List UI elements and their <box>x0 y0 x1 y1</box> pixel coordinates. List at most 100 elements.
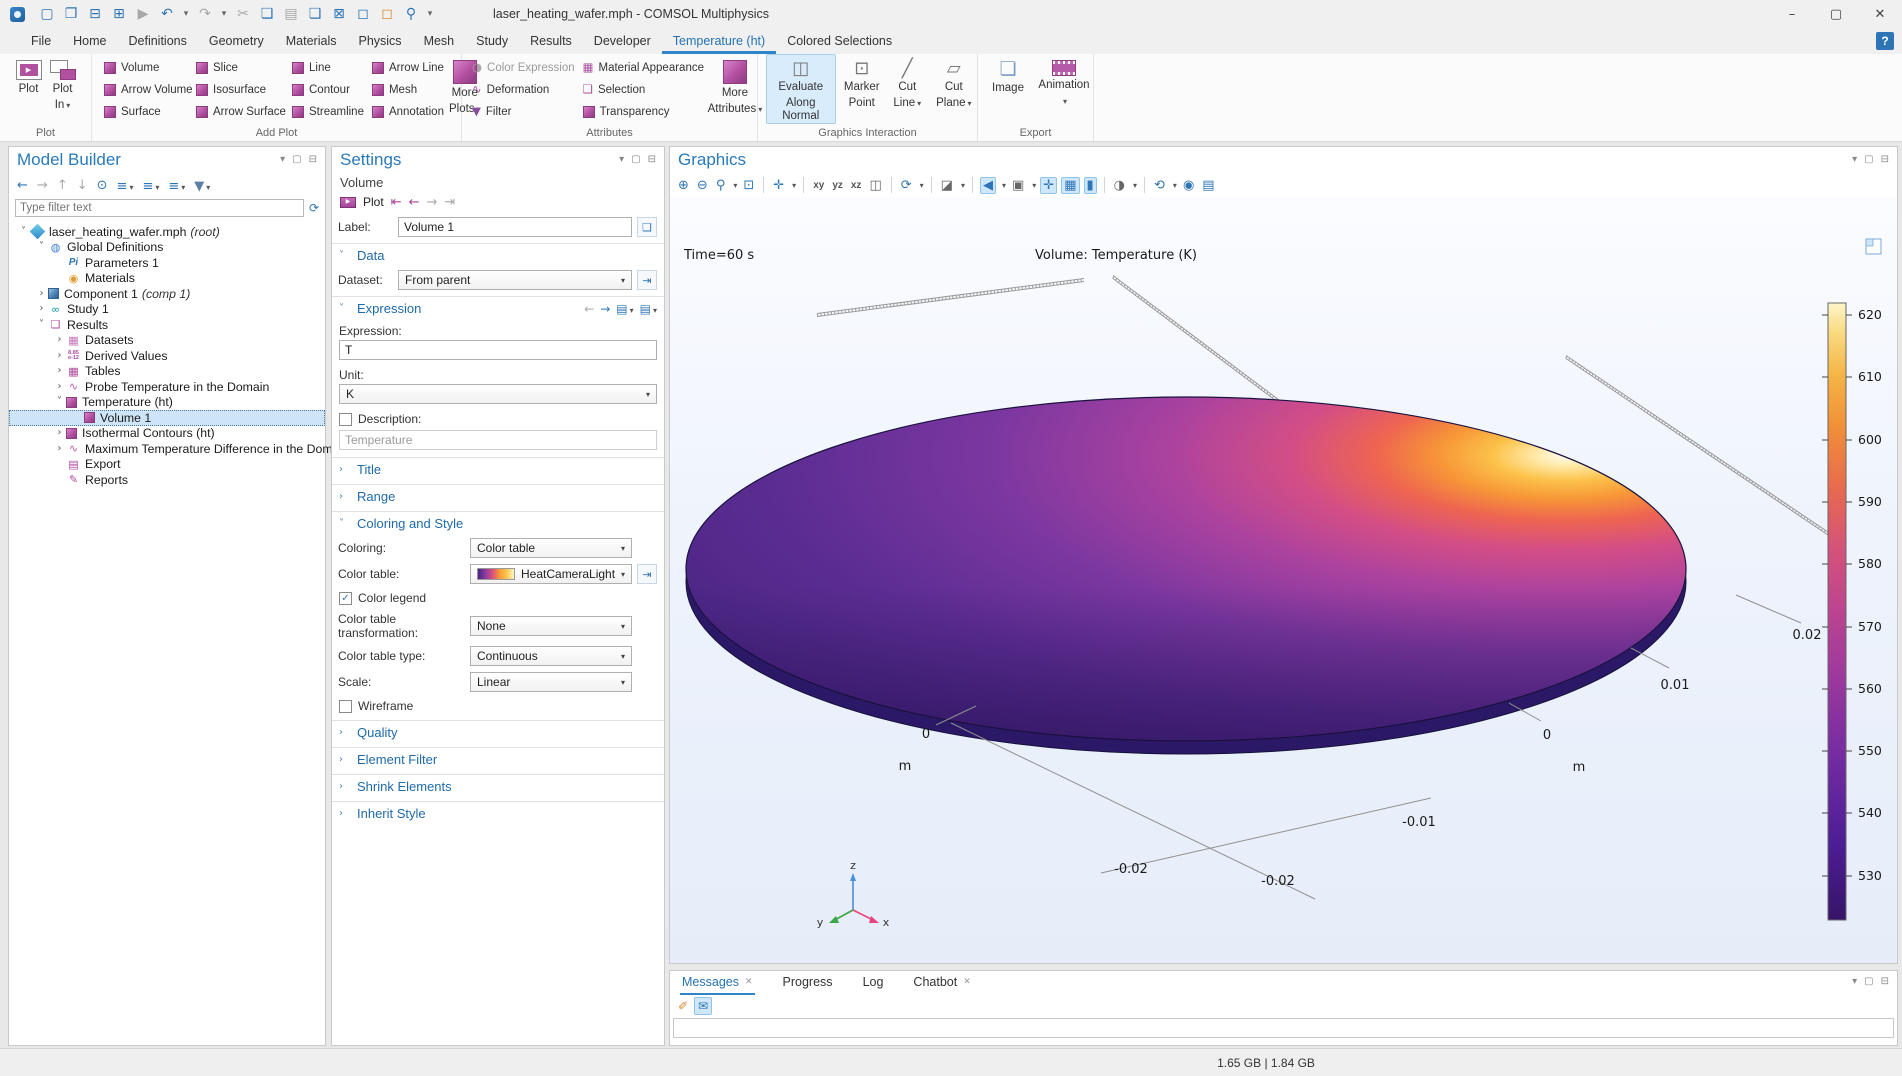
chevron-collapsed-icon[interactable]: › <box>53 366 66 376</box>
deformation-button[interactable]: ∿Deformation <box>468 80 579 100</box>
panel-pin-icon[interactable]: ⊟ <box>1881 977 1889 987</box>
undo-icon[interactable]: ↶ <box>155 7 179 21</box>
panel-pin-icon[interactable]: ⊟ <box>648 155 656 165</box>
graphics-canvas[interactable]: Time=60 s Volume: Temperature (K) <box>670 197 1897 963</box>
update-plot-icon[interactable]: ⟲ <box>1152 178 1167 193</box>
zoom-extents-icon[interactable]: ⊡ <box>741 178 756 193</box>
next-step-icon[interactable]: → <box>427 196 438 209</box>
go-to-xz-view-icon[interactable]: xz <box>849 179 864 192</box>
new-file-icon[interactable]: ▢ <box>35 7 59 21</box>
filter-button[interactable]: ▼Filter <box>468 102 579 122</box>
tree-item-reports[interactable]: ✎ Reports <box>9 472 325 488</box>
select-box-icon[interactable]: ◻ <box>351 7 375 21</box>
close-button[interactable]: ✕ <box>1858 0 1902 28</box>
save-find-icon[interactable]: ⊞ <box>107 7 131 21</box>
minimize-button[interactable]: – <box>1770 0 1814 28</box>
last-step-icon[interactable]: ⇥ <box>444 196 455 209</box>
show-axis-orientation-icon[interactable]: ✛ <box>1040 177 1057 194</box>
dataset-select[interactable]: From parent▾ <box>398 270 632 290</box>
cut-icon[interactable]: ✂ <box>231 7 255 21</box>
cut-line-button[interactable]: ╱ Cut Line▾ <box>888 54 927 124</box>
duplicate-icon[interactable]: ❑ <box>303 7 327 21</box>
color-theme-icon[interactable]: ◑ <box>1112 178 1127 193</box>
tree-item-export[interactable]: ▤ Export <box>9 457 325 473</box>
go-to-yz-view-icon[interactable]: yz <box>830 179 845 192</box>
section-inherit-style[interactable]: › Inherit Style <box>332 801 664 825</box>
section-data[interactable]: ˅ Data <box>332 243 664 267</box>
panel-float-icon[interactable]: ▢ <box>292 155 301 165</box>
clear-messages-icon[interactable]: ✐ <box>678 1000 688 1012</box>
tree-item-global-definitions[interactable]: ˅ ◍ Global Definitions <box>9 240 325 256</box>
tab-definitions[interactable]: Definitions <box>118 28 198 54</box>
print-icon[interactable]: ▤ <box>1200 178 1216 193</box>
plot-window-icon[interactable] <box>1866 239 1881 254</box>
section-coloring-and-style[interactable]: ˅ Coloring and Style <box>332 511 664 535</box>
section-shrink-elements[interactable]: › Shrink Elements <box>332 774 664 798</box>
expand-all-icon[interactable]: ≡ <box>142 180 153 193</box>
add-arrow-line-button[interactable]: Arrow Line <box>368 58 448 78</box>
color-table-type-select[interactable]: Continuous▾ <box>470 646 632 666</box>
material-appearance-button[interactable]: ▦Material Appearance <box>579 58 707 78</box>
tree-item-volume-1[interactable]: Volume 1 <box>9 410 325 426</box>
evaluate-along-normal-button[interactable]: ◫ Evaluate Along Normal <box>766 54 836 124</box>
help-icon[interactable]: ? <box>1876 32 1894 50</box>
add-color-table-icon[interactable]: ⇥ <box>637 564 657 584</box>
close-tab-icon[interactable]: ✕ <box>963 977 971 987</box>
chevron-collapsed-icon[interactable]: › <box>53 351 66 361</box>
orthographic-projection-icon[interactable]: ◫ <box>867 178 883 193</box>
go-to-source-icon[interactable]: ⇥ <box>637 270 657 290</box>
plot-button[interactable]: Plot <box>363 195 384 209</box>
open-icon[interactable]: ❐ <box>59 7 83 21</box>
new-message-window-icon[interactable]: ✉ <box>694 997 712 1015</box>
marker-point-button[interactable]: ⊡ Marker Point <box>840 54 884 124</box>
undo-dropdown-icon[interactable]: ▾ <box>179 10 193 19</box>
next-expression-icon[interactable]: → <box>600 303 610 315</box>
move-down-icon[interactable]: ↓ <box>77 179 88 192</box>
panel-float-icon[interactable]: ▢ <box>1864 155 1873 165</box>
color-legend-checkbox[interactable]: ✓ <box>339 592 352 605</box>
tree-item-probe-temperature[interactable]: › ∿ Probe Temperature in the Domain <box>9 379 325 395</box>
section-expression[interactable]: ˅ Expression ← → ▤▾ ▤▾ <box>332 296 664 320</box>
filter-input[interactable] <box>15 199 304 217</box>
add-contour-button[interactable]: Contour <box>288 80 368 100</box>
tree-item-study-1[interactable]: › ∞ Study 1 <box>9 302 325 318</box>
tree-item-isothermal-contours[interactable]: › Isothermal Contours (ht) <box>9 426 325 442</box>
messages-content[interactable] <box>673 1018 1894 1038</box>
scale-select[interactable]: Linear▾ <box>470 672 632 692</box>
tab-temperature-ht[interactable]: Temperature (ht) <box>662 28 776 54</box>
tree-item-materials[interactable]: ◉ Materials <box>9 271 325 287</box>
tree-item-tables[interactable]: › ▦ Tables <box>9 364 325 380</box>
add-arrow-volume-button[interactable]: Arrow Volume <box>100 80 192 100</box>
add-line-button[interactable]: Line <box>288 58 368 78</box>
first-step-icon[interactable]: ⇤ <box>391 196 402 209</box>
run-icon[interactable]: ▶ <box>131 7 155 21</box>
tab-log[interactable]: Log <box>861 971 886 995</box>
previous-expression-icon[interactable]: ← <box>584 303 594 315</box>
panel-float-icon[interactable]: ▢ <box>631 155 640 165</box>
tab-results[interactable]: Results <box>519 28 583 54</box>
tab-file[interactable]: File <box>20 28 62 54</box>
tree-item-parameters-1[interactable]: Pi Parameters 1 <box>9 255 325 271</box>
zoom-out-icon[interactable]: ⊖ <box>695 178 710 193</box>
add-isosurface-button[interactable]: Isosurface <box>192 80 288 100</box>
chevron-collapsed-icon[interactable]: › <box>53 335 66 345</box>
plot-in-button[interactable]: Plot In▾ <box>49 54 77 124</box>
clear-selection-icon[interactable]: ◻ <box>375 7 399 21</box>
tab-geometry[interactable]: Geometry <box>198 28 275 54</box>
replace-expression-icon[interactable]: ▤ <box>616 303 627 315</box>
tree-item-root[interactable]: ˅ laser_heating_wafer.mph(root) <box>9 224 325 240</box>
insert-expression-icon[interactable]: ▤ <box>640 303 651 315</box>
scene-light-icon[interactable]: ◪ <box>939 178 955 193</box>
add-annotation-button[interactable]: Annotation <box>368 102 448 122</box>
collapse-all-icon[interactable]: ≡ <box>117 180 128 193</box>
find-icon[interactable]: ⚲ <box>399 7 423 21</box>
redo-dropdown-icon[interactable]: ▾ <box>217 10 231 19</box>
section-title[interactable]: › Title <box>332 457 664 481</box>
chevron-collapsed-icon[interactable]: › <box>35 289 48 299</box>
chevron-collapsed-icon[interactable]: › <box>53 382 66 392</box>
section-quality[interactable]: › Quality <box>332 720 664 744</box>
chevron-collapsed-icon[interactable]: › <box>53 444 66 454</box>
go-to-default-view-icon[interactable]: ✛ <box>771 178 786 193</box>
panel-menu-icon[interactable]: ▾ <box>1852 977 1857 987</box>
panel-float-icon[interactable]: ▢ <box>1864 977 1873 987</box>
